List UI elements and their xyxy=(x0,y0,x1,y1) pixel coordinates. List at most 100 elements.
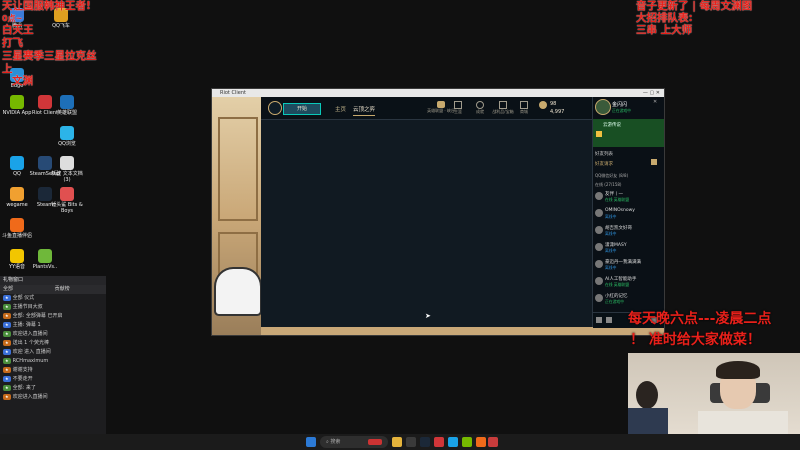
nav-tft[interactable]: 云顶之弈 xyxy=(353,105,376,116)
person-head xyxy=(636,381,658,409)
desktop-icon-label: 锤头鲨 Bits & Boys xyxy=(51,202,83,214)
social-sub[interactable]: 好友请求 xyxy=(595,161,613,167)
art-bottom-strip xyxy=(261,327,596,335)
group-label[interactable]: QQ微信好友 (8/8) xyxy=(595,173,628,179)
nav-icon-loot[interactable]: 战利品/宝箱 xyxy=(491,101,515,115)
overlay-line: 音子更新了 | 每周文渊图 xyxy=(636,0,753,12)
chat-text: 欢迎进入直播间 xyxy=(12,394,48,400)
friend-item[interactable]: AI人工智能助手 在线 英雄联盟 xyxy=(595,276,661,288)
chat-text: 主播: 弹幕 1 xyxy=(12,322,41,328)
app-icon xyxy=(38,249,52,263)
splash-art xyxy=(212,97,261,335)
blue-essence-icon xyxy=(539,101,547,109)
desktop-icon-label: QQ浏览 xyxy=(58,141,76,147)
chat-tab[interactable]: 贡献榜 xyxy=(55,286,70,292)
add-friend-icon[interactable] xyxy=(651,159,657,165)
friend-item[interactable]: 胡吉凯文好哥 离线中 xyxy=(595,225,661,237)
webcam-feed xyxy=(628,353,800,434)
friend-item[interactable]: OMINOsnowy 离线中 xyxy=(595,208,661,220)
desktop-icon-label: 英雄联盟 xyxy=(56,110,77,116)
friend-avatar xyxy=(595,277,603,285)
nav-icon-store[interactable]: 商城 xyxy=(517,101,531,115)
chat-line: ★ 欢迎进入直播间 xyxy=(0,330,106,339)
app-icon xyxy=(10,95,24,109)
desktop-icon[interactable]: 新建 文本文档 (3) xyxy=(50,156,84,183)
desktop-icon[interactable]: 英雄联盟 xyxy=(50,95,84,116)
social-header: 好友列表 xyxy=(595,152,613,157)
friend-status: 在线 英雄联盟 xyxy=(605,282,629,287)
fan-badge: ★ xyxy=(3,394,11,400)
overlay-line: 天让国服韩神王者! xyxy=(2,0,91,12)
overlay-schedule: 每天晚六点---凌晨二点 xyxy=(628,311,772,327)
fan-badge: ★ xyxy=(3,385,11,391)
trophy-icon xyxy=(596,131,602,137)
medal-icon xyxy=(476,101,484,109)
currency-rp: 4,997 xyxy=(550,109,565,115)
friend-item[interactable]: 潇潇MASY 离线中 xyxy=(595,242,661,254)
chat-line: ★ 不要走开 xyxy=(0,375,106,384)
chat-tabs[interactable]: 全部 贡献榜 xyxy=(0,285,106,294)
app-icon[interactable] xyxy=(488,437,498,447)
chat-icon[interactable] xyxy=(596,317,602,323)
person-body xyxy=(628,408,668,434)
riot-client-window: Riot Client — ▢ ✕ 开始 主页 云顶之弈 英雄联盟 · 峡谷 生… xyxy=(211,88,665,336)
nav-icon-profile[interactable]: 生涯 xyxy=(451,101,465,115)
friend-status: 离线中 xyxy=(605,214,617,219)
chat-text: 欢迎进入直播间 xyxy=(12,331,48,337)
chat-line: ★ 全部 仪式 xyxy=(0,294,106,303)
friend-item[interactable]: 友伴丨一 在线 英雄联盟 xyxy=(595,191,661,203)
currency-be: 98 xyxy=(550,101,557,107)
overlay-line: 大招排队表: xyxy=(636,12,693,24)
app-icon xyxy=(60,95,74,109)
social-panel: 金闪闪 正在游戏中 ✕ 云游传说 好友列表 好友请求 QQ微信好友 (8/8) … xyxy=(592,97,664,328)
chest-icon xyxy=(499,101,507,109)
honor-banner[interactable]: 云游传说 xyxy=(593,119,664,147)
play-button[interactable]: 开始 xyxy=(283,103,321,115)
chat-text: 全部 仪式 xyxy=(12,295,35,301)
windows-start-icon[interactable] xyxy=(306,437,316,447)
close-icon[interactable]: ✕ xyxy=(653,99,657,105)
douyu-icon[interactable] xyxy=(476,437,486,447)
chat-text: 谢谢支持 xyxy=(12,367,33,373)
taskbar: ⌕ 搜索 xyxy=(0,434,800,450)
fan-badge: ★ xyxy=(3,331,11,337)
chat-line: ★ 欢迎进入直播间 xyxy=(0,393,106,402)
steam-icon[interactable] xyxy=(420,437,430,447)
search-box[interactable]: ⌕ 搜索 xyxy=(320,436,388,448)
search-placeholder: 搜索 xyxy=(330,439,341,445)
desktop-icon[interactable]: PlantsVs.. xyxy=(28,249,62,270)
chat-line: ★ 主播节目大叔 xyxy=(0,303,106,312)
chat-line: ★ 全部: 全部弹幕 已开启 xyxy=(0,312,106,321)
friend-avatar xyxy=(595,209,603,217)
file-explorer-icon[interactable] xyxy=(392,437,402,447)
chat-text: RCHmaximum xyxy=(12,358,49,364)
nav-home[interactable]: 主页 xyxy=(335,105,346,113)
search-highlight-icon xyxy=(368,439,382,445)
summoner-name: 金闪闪 xyxy=(612,102,628,108)
desktop-icon[interactable]: 锤头鲨 Bits & Boys xyxy=(50,187,84,214)
riot-icon[interactable] xyxy=(434,437,444,447)
friend-avatar xyxy=(595,192,603,200)
league-logo-icon xyxy=(268,101,282,115)
store-icon xyxy=(520,101,528,109)
friend-avatar xyxy=(595,226,603,234)
friend-status: 离线中 xyxy=(605,265,617,270)
desktop-icon[interactable]: 斗鱼直播伴侣 xyxy=(0,218,34,239)
honor-label: 云游传说 xyxy=(603,123,621,128)
settings-icon[interactable] xyxy=(606,317,612,323)
summoner-avatar[interactable] xyxy=(595,99,611,115)
nav-icon-achievements[interactable]: 成就 xyxy=(473,101,487,115)
window-controls[interactable]: — ▢ ✕ xyxy=(643,89,660,97)
chat-tab[interactable]: 全部 xyxy=(3,286,13,292)
window-titlebar: Riot Client — ▢ ✕ xyxy=(212,89,664,97)
desktop-icon-label: 新建 文本文档 (3) xyxy=(51,171,83,183)
friend-item[interactable]: 小红的记忆 正在游戏中 xyxy=(595,293,661,305)
app-icon xyxy=(60,126,74,140)
task-view-icon[interactable] xyxy=(406,437,416,447)
group-label[interactable]: 在线 (27/158) xyxy=(595,182,621,188)
nvidia-icon[interactable] xyxy=(462,437,472,447)
app-icon xyxy=(10,218,24,232)
qq-icon[interactable] xyxy=(448,437,458,447)
friend-item[interactable]: 豪迈丹一我满满满 离线中 xyxy=(595,259,661,271)
desktop-icon[interactable]: QQ浏览 xyxy=(50,126,84,147)
